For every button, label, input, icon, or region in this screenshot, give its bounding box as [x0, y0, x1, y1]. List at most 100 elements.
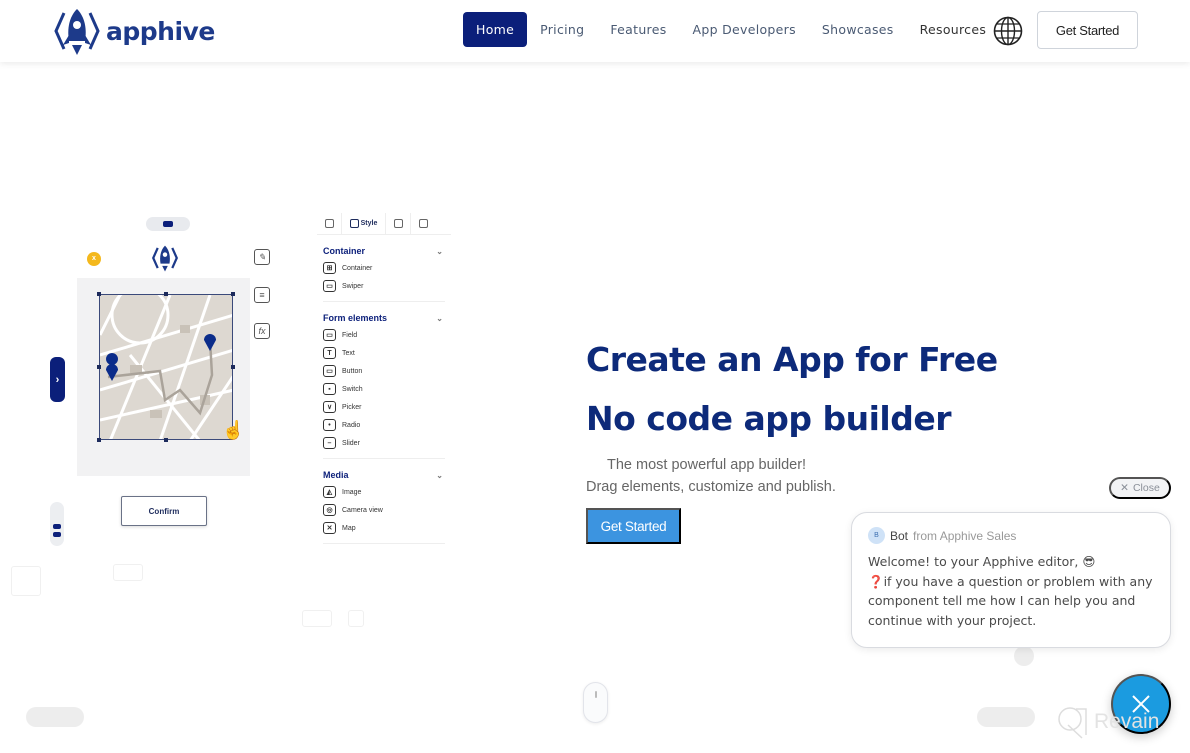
close-badge[interactable]: x — [87, 252, 101, 266]
resize-handle[interactable] — [97, 292, 101, 296]
component-label: Radio — [342, 421, 361, 429]
edit-icon[interactable]: ✎ — [254, 249, 270, 265]
section-form-elements-header[interactable]: Form elements ⌄ — [317, 310, 451, 326]
component-picker[interactable]: ∨ Picker — [317, 398, 451, 416]
chevron-down-icon[interactable]: ⌄ — [436, 471, 443, 480]
sender-name: Bot — [890, 528, 909, 543]
close-icon: ✕ — [1120, 482, 1129, 494]
hand-cursor-icon: ☝ — [222, 420, 245, 440]
button-icon: ▭ — [323, 365, 336, 377]
component-label: Button — [342, 367, 363, 375]
components-panel: Style Container ⌄ ⊞ Container ▭ Swiper For… — [317, 212, 451, 573]
hero-subtitle: No code app builder — [586, 399, 952, 438]
component-image[interactable]: ◭ Image — [317, 483, 451, 501]
chat-message-bubble[interactable]: B Bot from Apphive Sales Welcome! to you… — [851, 512, 1171, 648]
apphive-logo[interactable]: apphive — [52, 5, 215, 57]
map-icon: ✕ — [323, 522, 336, 534]
decorative-pill — [977, 707, 1035, 727]
tab-settings[interactable] — [317, 212, 342, 235]
text-icon: T — [323, 347, 336, 359]
component-label: Container — [342, 264, 373, 272]
camera-icon: ◎ — [323, 504, 336, 516]
component-label: Camera view — [342, 506, 383, 514]
swiper-icon: ▭ — [323, 280, 336, 292]
section-title: Container — [323, 246, 366, 256]
component-field[interactable]: ▭ Field — [317, 326, 451, 344]
nav-features[interactable]: Features — [597, 12, 679, 47]
resize-handle[interactable] — [231, 292, 235, 296]
map-component[interactable] — [99, 294, 233, 440]
decorative-dot — [1014, 646, 1034, 666]
nav-showcases[interactable]: Showcases — [809, 12, 907, 47]
field-icon: ▭ — [323, 329, 336, 341]
resize-handle[interactable] — [164, 292, 168, 296]
expand-sidebar-tab[interactable]: › — [50, 357, 65, 402]
component-switch[interactable]: ▪ Switch — [317, 380, 451, 398]
component-slider[interactable]: – Slider — [317, 434, 451, 452]
component-map[interactable]: ✕ Map — [317, 519, 451, 537]
section-title: Form elements — [323, 313, 388, 323]
section-media-header[interactable]: Media ⌄ — [317, 467, 451, 483]
resize-handle[interactable] — [231, 365, 235, 369]
slider-knob[interactable] — [53, 524, 61, 529]
component-button[interactable]: ▭ Button — [317, 362, 451, 380]
section-container-header[interactable]: Container ⌄ — [317, 243, 451, 259]
header-get-started-button[interactable]: Get Started — [1037, 11, 1138, 49]
slider-knob[interactable] — [53, 532, 61, 537]
hero-description-line2: Drag elements, customize and publish. — [586, 479, 836, 495]
component-radio[interactable]: • Radio — [317, 416, 451, 434]
image-icon: ◭ — [323, 486, 336, 498]
chevron-down-icon[interactable]: ⌄ — [436, 314, 443, 323]
revain-watermark: Revain — [1056, 705, 1159, 739]
component-label: Switch — [342, 385, 363, 393]
map-image — [100, 295, 232, 439]
ghost-box-icon — [113, 564, 143, 581]
settings-icon — [324, 219, 334, 228]
component-swiper[interactable]: ▭ Swiper — [317, 277, 451, 295]
tab-resize[interactable] — [411, 213, 436, 235]
picker-icon: ∨ — [323, 401, 336, 413]
nav-pricing[interactable]: Pricing — [527, 12, 597, 47]
component-text[interactable]: T Text — [317, 344, 451, 362]
container-icon: ⊞ — [323, 262, 336, 274]
text-format-icon[interactable]: ≡ — [254, 287, 270, 303]
nav-home[interactable]: Home — [463, 12, 528, 47]
chat-close-button[interactable]: ✕ Close — [1109, 477, 1171, 499]
ghost-box-icon — [348, 610, 364, 627]
globe-icon[interactable] — [993, 16, 1023, 51]
component-label: Field — [342, 331, 358, 339]
nav-resources[interactable]: Resources — [907, 12, 1000, 47]
app-logo-icon — [151, 243, 179, 278]
chat-message-text: Welcome! to your Apphive editor, 😎 ❓if y… — [868, 552, 1154, 630]
vertical-slider[interactable] — [50, 502, 64, 546]
component-label: Text — [342, 349, 355, 357]
chat-close-label: Close — [1132, 482, 1160, 494]
section-title: Media — [323, 470, 349, 480]
phone-notch-pill — [146, 217, 190, 231]
component-label: Map — [342, 524, 356, 532]
divider — [323, 543, 445, 544]
message-line-1: Welcome! to your Apphive editor, 😎 — [868, 554, 1096, 569]
component-label: Image — [342, 488, 362, 496]
nav-app-developers[interactable]: App Developers — [680, 12, 809, 47]
scroll-mouse-icon — [583, 682, 608, 723]
resize-handle[interactable] — [97, 438, 101, 442]
ghost-grid-icon — [11, 566, 41, 596]
hero-title: Create an App for Free — [586, 340, 998, 379]
resize-handle[interactable] — [97, 365, 101, 369]
hero-get-started-button[interactable]: Get Started — [586, 508, 681, 544]
revain-logo-icon — [1058, 707, 1087, 739]
tab-style[interactable]: Style — [342, 212, 386, 235]
component-container[interactable]: ⊞ Container — [317, 259, 451, 277]
component-camera-view[interactable]: ◎ Camera view — [317, 501, 451, 519]
tab-list[interactable] — [386, 212, 411, 235]
sender-suffix: from Apphive Sales — [913, 528, 1017, 543]
resize-handle[interactable] — [164, 438, 168, 442]
function-icon[interactable]: fx — [254, 323, 270, 339]
message-line-2: ❓if you have a question or problem with … — [868, 573, 1153, 628]
chevron-down-icon[interactable]: ⌄ — [436, 247, 443, 256]
confirm-button[interactable]: Confirm — [121, 496, 207, 526]
divider — [323, 458, 445, 459]
hero-description-line1: The most powerful app builder! — [607, 457, 807, 473]
bot-avatar: B — [868, 527, 885, 544]
